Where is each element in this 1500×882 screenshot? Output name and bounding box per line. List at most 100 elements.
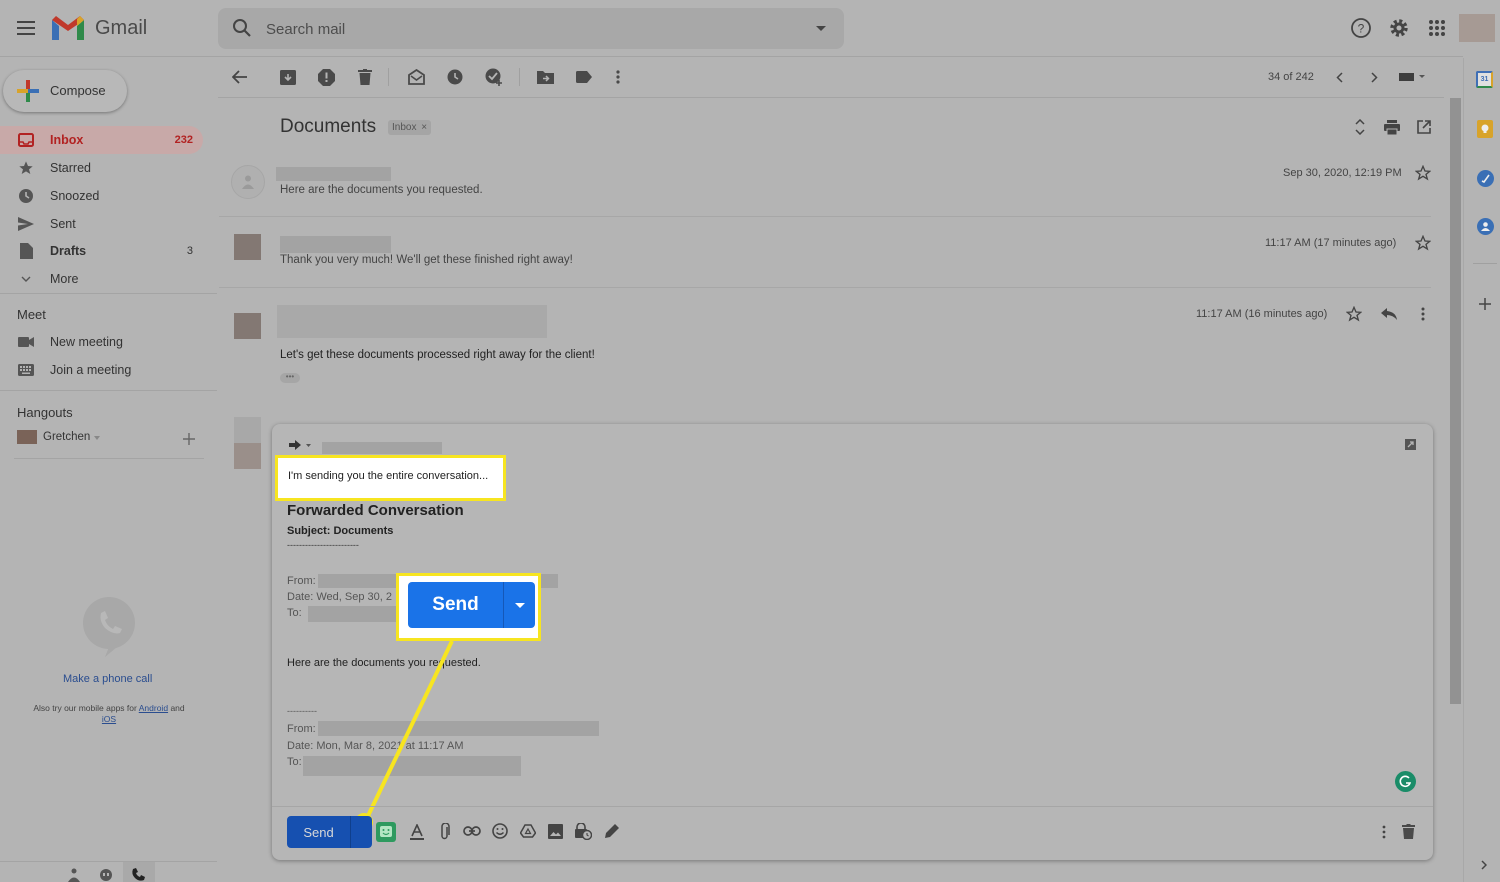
quoted-separator: ---------- — [287, 706, 317, 716]
sidebar-item-starred[interactable]: Starred — [0, 154, 203, 182]
sender-avatar-placeholder[interactable] — [231, 165, 265, 199]
android-link[interactable]: Android — [139, 703, 168, 713]
remove-label-x-icon[interactable]: × — [421, 122, 427, 133]
star-outline-icon[interactable] — [1415, 235, 1431, 251]
insert-signature-pen-icon[interactable] — [604, 823, 620, 839]
label-tag-icon[interactable] — [576, 71, 592, 83]
star-outline-icon[interactable] — [1346, 306, 1362, 322]
insert-link-icon[interactable] — [463, 826, 481, 836]
bitmoji-extension-icon[interactable] — [376, 822, 396, 842]
get-addons-plus-icon[interactable] — [1479, 298, 1491, 310]
show-trimmed-content-button[interactable]: ••• — [280, 373, 300, 383]
help-icon[interactable]: ? — [1350, 17, 1372, 39]
snooze-clock-icon[interactable] — [447, 69, 463, 85]
google-keep-icon[interactable] — [1477, 120, 1493, 138]
open-new-window-icon[interactable] — [1417, 120, 1431, 134]
send-button[interactable]: Send — [287, 816, 372, 848]
mark-unread-icon[interactable] — [408, 69, 425, 85]
composer-avatar — [234, 417, 261, 469]
new-meeting-item[interactable]: New meeting — [0, 328, 203, 356]
highlighted-message-intro[interactable]: I'm sending you the entire conversation.… — [275, 455, 506, 501]
message-more-icon[interactable] — [1421, 307, 1425, 321]
more-compose-options-icon[interactable] — [1382, 825, 1386, 839]
star-outline-icon[interactable] — [1415, 165, 1431, 181]
sidebar-item-label: Starred — [50, 161, 91, 175]
google-drive-icon[interactable] — [520, 824, 536, 838]
apps-grid-icon[interactable] — [1428, 19, 1446, 37]
attach-paperclip-icon[interactable] — [440, 823, 450, 840]
contacts-person-icon[interactable] — [68, 868, 80, 882]
join-meeting-item[interactable]: Join a meeting — [0, 356, 203, 384]
hangouts-user-avatar[interactable] — [17, 430, 37, 444]
add-to-tasks-icon[interactable] — [485, 68, 503, 86]
chevron-down-icon — [0, 276, 50, 282]
send-button-zoomed[interactable]: Send — [408, 582, 535, 628]
sender-avatar[interactable] — [234, 234, 261, 260]
sidebar-item-more[interactable]: More — [0, 265, 203, 293]
discard-draft-trash-icon[interactable] — [1402, 824, 1415, 839]
inbox-label-chip[interactable]: Inbox × — [388, 120, 432, 135]
print-icon[interactable] — [1384, 120, 1400, 135]
settings-gear-icon[interactable] — [1388, 17, 1410, 39]
show-side-panel-chevron-icon[interactable] — [1481, 860, 1487, 870]
account-avatar[interactable] — [1459, 14, 1495, 42]
send-options-dropdown[interactable] — [350, 816, 372, 848]
archive-icon[interactable] — [280, 70, 296, 85]
person-icon — [242, 175, 254, 189]
compose-button[interactable]: Compose — [3, 70, 127, 112]
sidebar-item-label: Snoozed — [50, 189, 100, 203]
message-timestamp: 11:17 AM (17 minutes ago) — [1265, 237, 1397, 249]
ios-link[interactable]: iOS — [102, 714, 116, 724]
sidebar-item-snoozed[interactable]: Snoozed — [0, 182, 203, 210]
google-contacts-icon[interactable] — [1477, 218, 1494, 235]
message-divider — [219, 216, 1431, 217]
message-snippet[interactable]: Thank you very much! We'll get these fin… — [280, 254, 573, 266]
google-tasks-icon[interactable] — [1477, 170, 1494, 187]
search-bar[interactable]: Search mail — [218, 8, 844, 49]
hangouts-user-name[interactable]: Gretchen — [43, 431, 90, 443]
status-dropdown-icon[interactable] — [94, 436, 100, 440]
input-tools-keyboard-icon[interactable] — [1399, 73, 1427, 82]
redacted-to — [308, 606, 398, 622]
confidential-mode-icon[interactable] — [574, 823, 592, 840]
make-phone-call-link[interactable]: Make a phone call — [63, 673, 152, 685]
back-arrow-icon[interactable] — [232, 70, 248, 84]
formatting-options-icon[interactable] — [410, 824, 424, 840]
sender-avatar[interactable] — [234, 313, 261, 339]
hangouts-quote-icon[interactable] — [99, 868, 113, 882]
report-spam-icon[interactable] — [318, 69, 335, 86]
search-icon[interactable] — [232, 18, 252, 38]
apps-note-text: Also try our mobile apps for — [33, 703, 137, 713]
sidebar-item-inbox[interactable]: Inbox 232 — [0, 126, 203, 154]
search-options-dropdown-icon[interactable] — [816, 26, 826, 31]
search-input[interactable]: Search mail — [266, 21, 345, 38]
thread-scrollbar[interactable] — [1450, 98, 1461, 704]
main-menu-button[interactable] — [14, 16, 38, 40]
redacted-recipient[interactable] — [322, 442, 442, 454]
phone-tab[interactable] — [123, 862, 155, 882]
expand-all-icon[interactable] — [1355, 119, 1365, 135]
reply-arrow-icon[interactable] — [1381, 308, 1397, 320]
forwarded-from-label: From: — [287, 575, 316, 587]
add-hangout-plus-icon[interactable] — [183, 433, 195, 445]
forward-arrow-icon[interactable] — [289, 440, 311, 450]
delete-trash-icon[interactable] — [358, 69, 372, 85]
older-chevron-right-icon[interactable] — [1371, 72, 1378, 83]
move-to-folder-icon[interactable] — [537, 70, 554, 84]
newer-chevron-left-icon[interactable] — [1336, 72, 1343, 83]
quoted-from-label: From: — [287, 723, 316, 735]
insert-photo-icon[interactable] — [548, 824, 563, 839]
google-calendar-icon[interactable]: 31 — [1476, 71, 1493, 88]
send-options-dropdown[interactable] — [503, 582, 535, 628]
gmail-logo[interactable] — [52, 16, 84, 40]
insert-emoji-icon[interactable] — [492, 823, 508, 839]
draft-icon — [0, 243, 50, 259]
draft-intro-text: I'm sending you the entire conversation.… — [288, 470, 489, 482]
message-snippet[interactable]: Here are the documents you requested. — [280, 184, 483, 196]
grammarly-icon[interactable] — [1395, 771, 1416, 792]
more-options-icon[interactable] — [616, 70, 620, 84]
pop-out-reply-icon[interactable] — [1405, 439, 1416, 450]
message-divider — [219, 287, 1431, 288]
sidebar-item-drafts[interactable]: Drafts 3 — [0, 237, 203, 265]
sidebar-item-sent[interactable]: Sent — [0, 210, 203, 238]
